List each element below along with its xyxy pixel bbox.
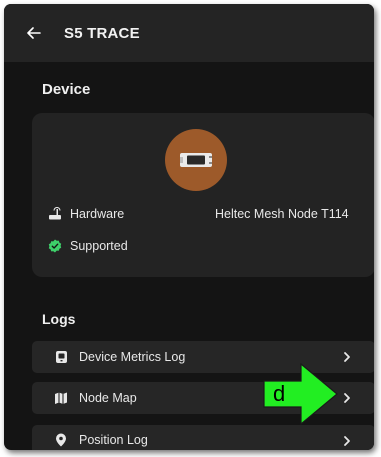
board-icon: [180, 153, 212, 167]
back-button[interactable]: [22, 21, 46, 45]
hardware-row: Hardware: [48, 207, 124, 221]
logs-section-title: Logs: [42, 311, 76, 327]
supported-row: Supported: [48, 239, 128, 253]
page-title: S5 TRACE: [64, 24, 140, 42]
device-section-title: Device: [42, 81, 91, 98]
router-icon: [48, 207, 62, 221]
location-pin-icon: [54, 433, 68, 447]
app-bar: S5 TRACE: [4, 4, 374, 62]
hardware-label: Hardware: [70, 207, 125, 221]
verified-badge-icon: [48, 239, 62, 253]
log-item-label: Device Metrics Log: [79, 350, 186, 364]
chevron-right-icon: [341, 434, 353, 448]
map-icon: [54, 391, 68, 405]
log-item-label: Position Log: [79, 433, 148, 447]
chevron-right-icon: [341, 391, 353, 405]
log-item-position-log[interactable]: Position Log: [32, 425, 374, 450]
device-metrics-icon: [54, 350, 68, 364]
supported-label: Supported: [70, 239, 128, 253]
device-avatar: [165, 129, 227, 191]
annotation-label: d: [273, 381, 286, 406]
arrow-left-icon: [27, 27, 41, 39]
chevron-right-icon: [341, 350, 353, 364]
log-item-label: Node Map: [79, 391, 137, 405]
hardware-value: Heltec Mesh Node T114: [215, 207, 349, 221]
